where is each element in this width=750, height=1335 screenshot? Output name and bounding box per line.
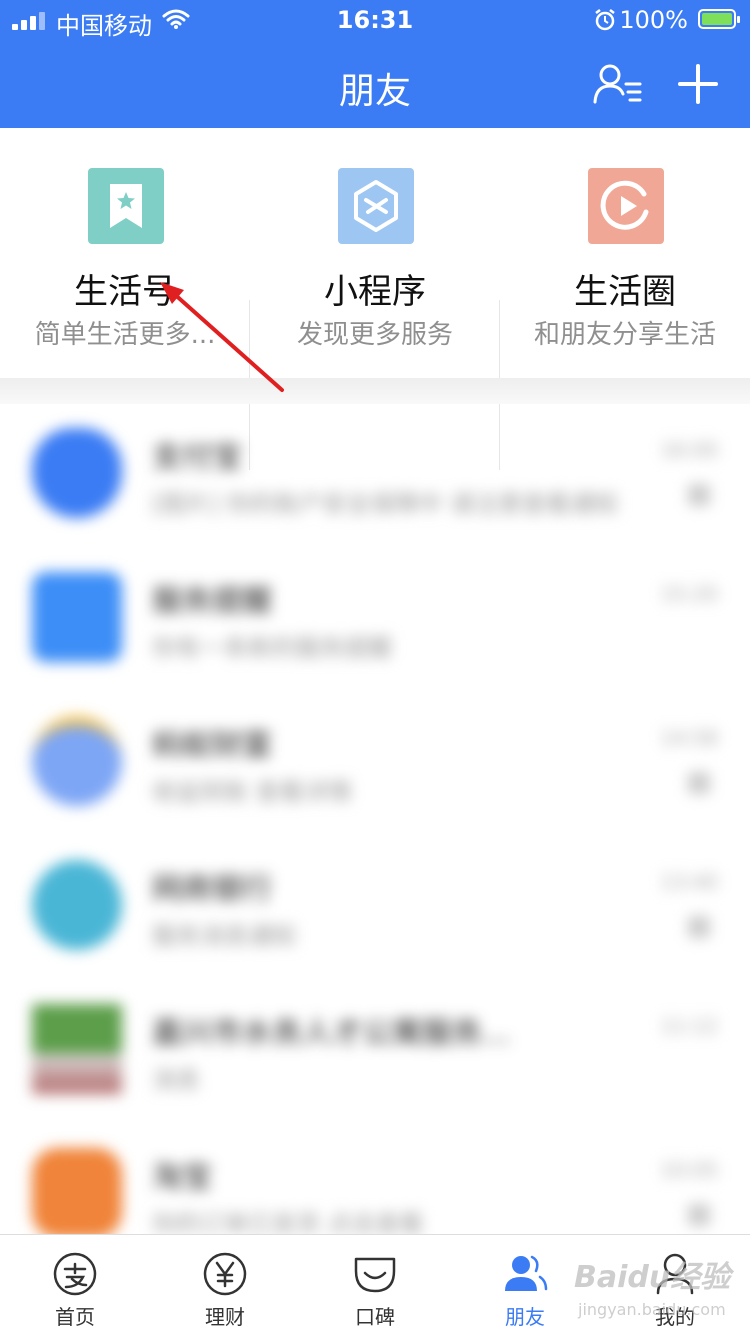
wealth-yen-icon [203,1252,247,1296]
status-bar: 中国移动 16:31 100% [0,0,750,40]
conversation-name: 嘉兴市水务人才公寓服务... [152,1016,511,1051]
watermark: Baidu经验 [574,1260,731,1295]
list-item[interactable]: 嘉兴市水务人才公寓服务... 消息 11:12 [0,980,750,1124]
conversation-preview: 收益到账 查看详情 [152,778,352,806]
conversation-name: 支付宝 [152,440,242,475]
alipay-home-icon [53,1252,97,1296]
shortcut-title: 小程序 [324,272,426,312]
list-item[interactable]: 服务提醒 你有一条新的服务提醒 15:20 [0,548,750,692]
shortcut-panel: 生活号 简单生活更多... 小程序 发现更多服务 生活圈 和朋友分享生活 [0,128,750,470]
add-icon[interactable] [676,62,720,106]
koubei-icon [354,1257,396,1293]
tab-home[interactable]: 首页 [0,1235,150,1335]
battery-icon [698,9,740,29]
list-item[interactable]: 淘宝 你的订单已发货 点击查看 10:05 [0,1124,750,1234]
conversation-time: 14:58 [660,726,718,750]
conversation-preview: 消息 [152,1066,200,1094]
mute-icon [688,916,710,938]
tab-wealth[interactable]: 理财 [150,1235,300,1335]
shortcut-mini-program[interactable]: 小程序 发现更多服务 [250,128,500,378]
watermark-url: jingyan.baidu.com [578,1300,726,1319]
shortcut-life-account[interactable]: 生活号 简单生活更多... [0,128,250,378]
conversation-name: 服务提醒 [152,584,272,619]
conversation-preview: [图片] 你的账户安全保障中 请注意查看通知 [152,490,618,518]
shortcut-title: 生活圈 [574,272,676,312]
avatar [32,716,122,806]
list-item[interactable]: 网商银行 服务消息通知 13:40 [0,836,750,980]
conversation-preview: 你有一条新的服务提醒 [152,634,392,662]
conversation-list: 支付宝 [图片] 你的账户安全保障中 请注意查看通知 16:00 服务提醒 你有… [0,404,750,1234]
conversation-time: 10:05 [660,1158,718,1182]
conversation-name: 蚂蚁财富 [152,728,272,763]
mute-icon [688,484,710,506]
shortcut-subtitle: 简单生活更多... [34,320,216,350]
shortcut-life-circle[interactable]: 生活圈 和朋友分享生活 [500,128,750,378]
avatar [32,1148,122,1234]
conversation-time: 15:20 [660,582,718,606]
mute-icon [688,772,710,794]
tab-label: 口碑 [355,1305,395,1329]
mini-program-icon [338,168,414,244]
list-item[interactable]: 支付宝 [图片] 你的账户安全保障中 请注意查看通知 16:00 [0,404,750,548]
avatar [32,428,122,518]
conversation-name: 淘宝 [152,1160,212,1195]
conversation-preview: 你的订单已发货 点击查看 [152,1210,424,1234]
shortcut-title: 生活号 [74,272,176,312]
conversation-time: 13:40 [660,870,718,894]
conversation-time: 11:12 [660,1014,718,1038]
alarm-icon [595,9,615,31]
section-gap [0,378,750,404]
avatar [32,572,122,662]
bookmark-star-icon [88,168,164,244]
nav-bar: 朋友 [0,40,750,128]
shortcut-subtitle: 发现更多服务 [296,320,453,350]
list-item[interactable]: 蚂蚁财富 收益到账 查看详情 14:58 [0,692,750,836]
tab-koubei[interactable]: 口碑 [300,1235,450,1335]
avatar [32,1004,122,1094]
conversation-time: 16:00 [660,438,718,462]
conversation-preview: 服务消息通知 [152,922,296,950]
contacts-icon[interactable] [592,62,644,106]
conversation-name: 网商银行 [152,872,272,907]
tab-label: 理财 [205,1305,245,1329]
mute-icon [688,1204,710,1226]
friends-icon [505,1255,548,1291]
battery-percent: 100% [619,6,688,34]
avatar [32,860,122,950]
shortcut-subtitle: 和朋友分享生活 [533,320,716,350]
tab-label: 首页 [55,1305,95,1329]
life-circle-icon [588,168,664,244]
